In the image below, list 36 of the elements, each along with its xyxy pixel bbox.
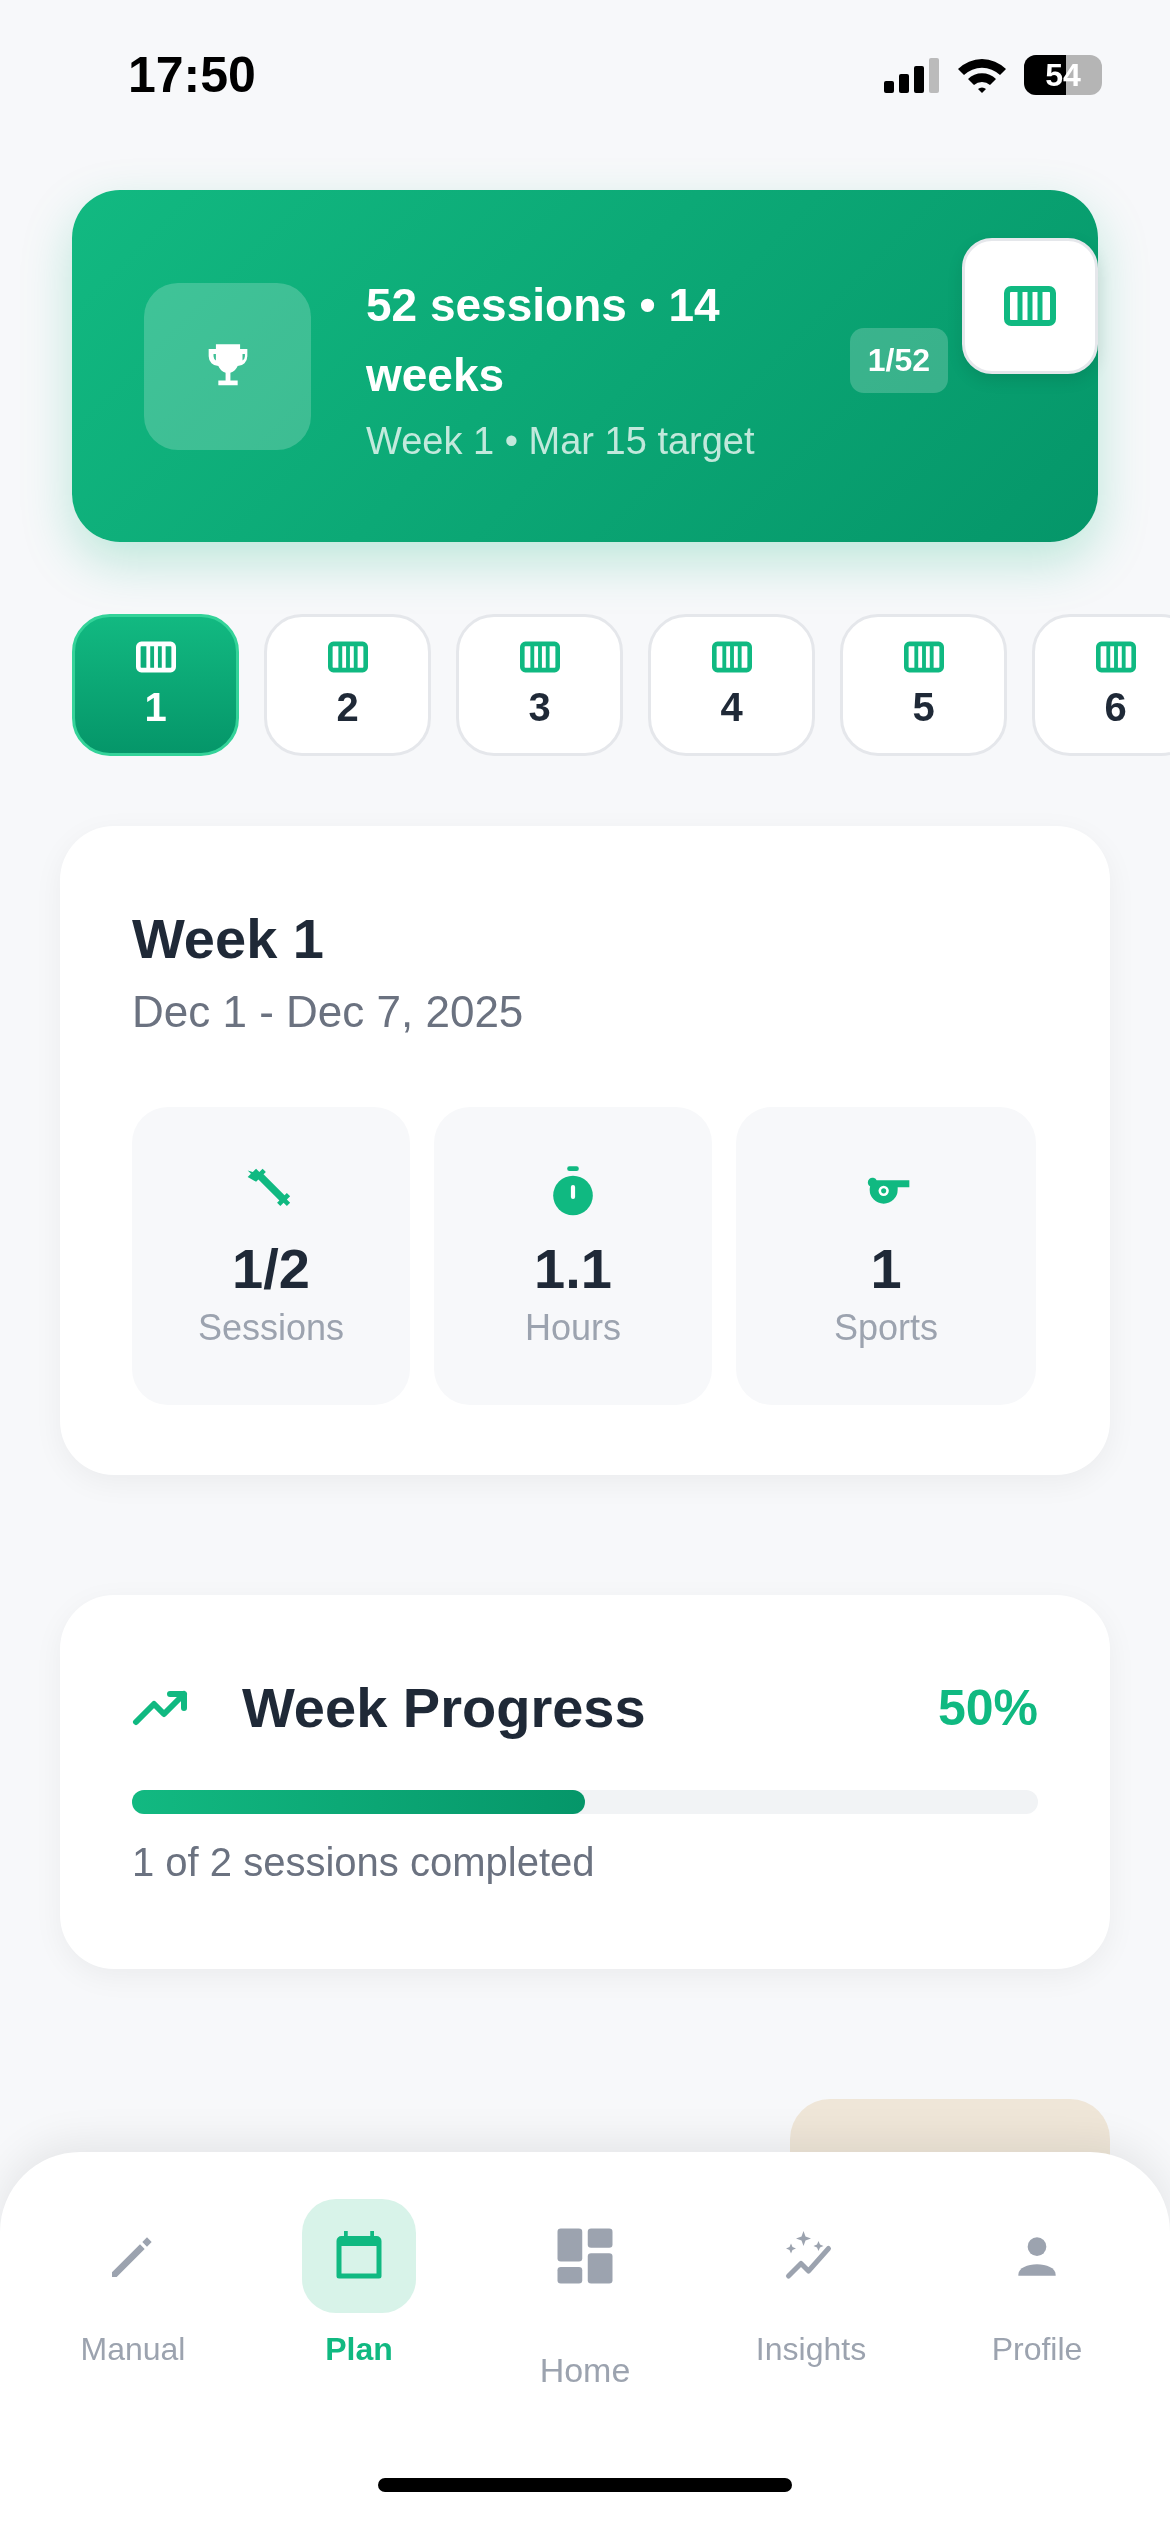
nav-tab[interactable]: Insights (711, 2198, 911, 2391)
week-tab[interactable]: 6 (1032, 614, 1170, 756)
calendar-button[interactable] (962, 238, 1098, 374)
week-tab[interactable]: 2 (264, 614, 431, 756)
progress-title: Week Progress (242, 1675, 647, 1740)
plan-subtitle: Week 1 • Mar 15 target (366, 419, 756, 463)
week-title: Week 1 (132, 906, 325, 971)
nav-tab[interactable]: Profile (937, 2198, 1137, 2391)
grid-icon (135, 640, 176, 673)
week-dates: Dec 1 - Dec 7, 2025 (132, 987, 525, 1037)
progress-percent: 50% (937, 1678, 1038, 1737)
week-tab[interactable]: 5 (840, 614, 1007, 756)
plan-title: 52 sessions • 14 weeks (366, 277, 721, 403)
stat-label: Sessions (197, 1306, 345, 1349)
week-tab[interactable]: 1 (72, 614, 239, 756)
stat-label: Sports (833, 1306, 938, 1349)
progress-caption: 1 of 2 sessions completed (132, 1840, 596, 1885)
week-tab[interactable]: 4 (648, 614, 815, 756)
grid-icon (903, 640, 944, 673)
grid-icon (327, 640, 368, 673)
nav-tab[interactable]: Manual (33, 2198, 233, 2391)
week-counter: 1/52 (849, 328, 948, 393)
nav-tab[interactable]: Home (485, 2198, 685, 2391)
stat-value: 1/2 (232, 1235, 310, 1301)
wifi-icon (956, 56, 1008, 94)
stat-label: Hours (525, 1306, 621, 1349)
grid-icon (1095, 640, 1136, 673)
grid-icon (711, 640, 752, 673)
stat-value: 1.1 (534, 1235, 612, 1301)
week-tab[interactable]: 3 (456, 614, 623, 756)
nav-tab[interactable]: Plan (259, 2198, 459, 2391)
grid-icon (519, 640, 560, 673)
signal-icon (884, 57, 940, 93)
grid-icon (1004, 286, 1056, 326)
stat-value: 1 (870, 1235, 902, 1301)
status-time: 17:50 (128, 46, 256, 104)
